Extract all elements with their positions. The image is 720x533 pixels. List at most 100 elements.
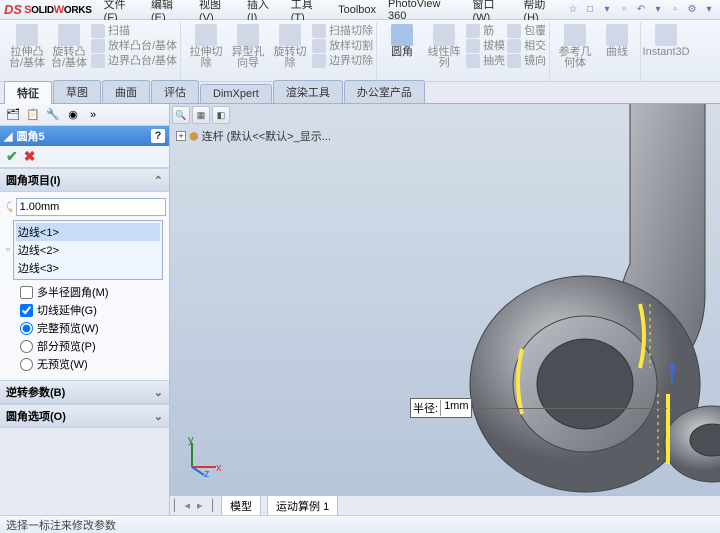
intersect-button[interactable]: 相交 — [507, 39, 546, 53]
list-item[interactable]: 边线<3> — [16, 259, 160, 277]
tangent-prop-checkbox[interactable]: 切线延伸(G) — [20, 302, 163, 318]
ribbon-group-instant3d: Instant3D — [643, 22, 689, 81]
qat-more-icon[interactable]: ▾ — [702, 3, 716, 17]
shell-button[interactable]: 抽壳 — [466, 54, 505, 68]
multi-radius-checkbox[interactable]: 多半径圆角(M) — [20, 284, 163, 300]
expand-icon[interactable]: + — [176, 131, 186, 141]
flyout-tree[interactable]: + ⬢ 连杆 (默认<<默认>_显示... — [176, 128, 331, 144]
tab-features[interactable]: 特征 — [4, 81, 52, 104]
list-item[interactable]: 边线<1> — [16, 223, 160, 241]
full-preview-radio[interactable]: 完整预览(W) — [20, 320, 163, 336]
command-tab-bar: 特征 草图 曲面 评估 DimXpert 渲染工具 办公室产品 — [0, 82, 720, 104]
tab-office[interactable]: 办公室产品 — [344, 80, 425, 103]
ribbon: 拉伸凸 台/基体 旋转凸 台/基体 扫描 放样凸台/基体 边界凸台/基体 拉伸切… — [0, 20, 720, 82]
revolve-cut-button[interactable]: 旋转切 除 — [270, 24, 310, 69]
draft-button[interactable]: 拔模 — [466, 39, 505, 53]
doc-tab-motion[interactable]: 运动算例 1 — [267, 495, 338, 516]
vp-zoom-icon[interactable]: 🔍 — [172, 106, 190, 124]
ribbon-group-features: 圆角 线性阵 列 筋 拔模 抽壳 包覆 相交 镜向 — [379, 22, 550, 81]
sweep-boss-button[interactable]: 扫描 — [91, 24, 177, 38]
fm-tab-display-icon[interactable]: ◉ — [64, 106, 82, 124]
fm-tab-more-icon[interactable]: » — [84, 106, 102, 124]
loft-boss-button[interactable]: 放样凸台/基体 — [91, 39, 177, 53]
pm-section-items-body: ⤹ ▲▼ ▫ 边线<1> 边线<2> 边线<3> 多半径圆角(M) 切线延伸(G… — [0, 192, 169, 380]
list-item[interactable]: 边线<2> — [16, 241, 160, 259]
qat-options-icon[interactable]: ⚙ — [685, 3, 699, 17]
instant3d-button[interactable]: Instant3D — [646, 24, 686, 58]
work-area: 🗂 📋 🔧 ◉ » ◢ 圆角5 ? ✔ ✖ 圆角项目(I)⌃ ⤹ ▲▼ — [0, 104, 720, 515]
qat-save-icon[interactable]: ▾ — [600, 3, 614, 17]
no-preview-radio[interactable]: 无预览(W) — [20, 356, 163, 372]
radius-callout[interactable]: 半径: 1mm — [410, 398, 667, 418]
fillet-icon: ◢ — [4, 130, 12, 143]
curves-button[interactable]: 曲线 — [597, 24, 637, 69]
qat-rebuild-icon[interactable]: ▫ — [668, 3, 682, 17]
ref-geometry-button[interactable]: 参考几 何体 — [555, 24, 595, 69]
extrude-cut-button[interactable]: 拉伸切 除 — [186, 24, 226, 69]
sweep-cut-button[interactable]: 扫描切除 — [312, 24, 373, 38]
pm-section-options-header[interactable]: 圆角选项(O)⌄ — [0, 404, 169, 428]
boundary-boss-button[interactable]: 边界凸台/基体 — [91, 54, 177, 68]
status-bar: 选择一标注来修改参数 — [0, 515, 720, 533]
tab-dimxpert[interactable]: DimXpert — [200, 84, 272, 103]
hole-wizard-button[interactable]: 异型孔 向导 — [228, 24, 268, 69]
doc-tab-model[interactable]: 模型 — [221, 495, 261, 516]
tab-render[interactable]: 渲染工具 — [273, 80, 343, 103]
pm-section-items-header[interactable]: 圆角项目(I)⌃ — [0, 168, 169, 192]
pm-title-bar: ◢ 圆角5 ? — [0, 126, 169, 146]
viewport-toolbar: 🔍 ▦ ◧ — [172, 106, 230, 124]
pm-cancel-button[interactable]: ✖ — [24, 148, 36, 165]
part-icon: ⬢ — [189, 130, 199, 143]
svg-text:x: x — [216, 462, 222, 474]
qat-print-icon[interactable]: ▫ — [617, 3, 631, 17]
tab-surface[interactable]: 曲面 — [102, 80, 150, 103]
qat-open-icon[interactable]: □ — [583, 3, 597, 17]
pm-ok-button[interactable]: ✔ — [6, 148, 18, 165]
ribbon-group-reference: 参考几 何体 曲线 — [552, 22, 641, 81]
svg-text:z: z — [204, 468, 210, 477]
edge-selection-list[interactable]: 边线<1> 边线<2> 边线<3> — [13, 220, 163, 280]
radius-input[interactable] — [16, 198, 166, 216]
ribbon-group-cut: 拉伸切 除 异型孔 向导 旋转切 除 扫描切除 放样切割 边界切除 — [183, 22, 377, 81]
tab-sketch[interactable]: 草图 — [53, 80, 101, 103]
menu-toolbox[interactable]: Toolbox — [332, 2, 382, 18]
wrap-button[interactable]: 包覆 — [507, 24, 546, 38]
fm-tab-config-icon[interactable]: 🔧 — [44, 106, 62, 124]
doc-nav-buttons[interactable]: ▏◂ ▸▕ — [174, 499, 215, 512]
ds-icon: DS — [4, 2, 22, 17]
edge-select-icon: ▫ — [6, 244, 10, 256]
graphics-viewport[interactable]: 🔍 ▦ ◧ + ⬢ 连杆 (默认<<默认>_显示... — [170, 104, 720, 515]
quick-access-toolbar: ☆ □ ▾ ▫ ↶ ▾ ▫ ⚙ ▾ — [566, 3, 716, 17]
menu-bar: DS SOLIDWORKS 文件(F) 编辑(E) 视图(V) 插入(I) 工具… — [0, 0, 720, 20]
rib-button[interactable]: 筋 — [466, 24, 505, 38]
pm-title: 圆角5 — [16, 128, 44, 144]
callout-leader — [472, 408, 667, 409]
chevron-down-icon: ⌄ — [154, 410, 163, 423]
extrude-boss-button[interactable]: 拉伸凸 台/基体 — [7, 24, 47, 69]
callout-value[interactable]: 1mm — [440, 400, 468, 416]
qat-redo-icon[interactable]: ▾ — [651, 3, 665, 17]
chevron-down-icon: ⌄ — [154, 386, 163, 399]
revolve-boss-button[interactable]: 旋转凸 台/基体 — [49, 24, 89, 69]
orientation-triad[interactable]: y x z — [182, 437, 222, 477]
pm-body: 圆角项目(I)⌃ ⤹ ▲▼ ▫ 边线<1> 边线<2> 边线<3> 多半径圆角(… — [0, 168, 169, 515]
vp-view-icon[interactable]: ▦ — [192, 106, 210, 124]
qat-undo-icon[interactable]: ↶ — [634, 3, 648, 17]
vp-section-icon[interactable]: ◧ — [212, 106, 230, 124]
boundary-cut-button[interactable]: 边界切除 — [312, 54, 373, 68]
qat-new-icon[interactable]: ☆ — [566, 3, 580, 17]
fillet-button[interactable]: 圆角 — [382, 24, 422, 69]
pm-section-reverse-header[interactable]: 逆转参数(B)⌄ — [0, 380, 169, 404]
tab-evaluate[interactable]: 评估 — [151, 80, 199, 103]
app-name: SOLIDWORKS — [24, 4, 92, 16]
feature-manager-panel: 🗂 📋 🔧 ◉ » ◢ 圆角5 ? ✔ ✖ 圆角项目(I)⌃ ⤹ ▲▼ — [0, 104, 170, 515]
mirror-button[interactable]: 镜向 — [507, 54, 546, 68]
partial-preview-radio[interactable]: 部分预览(P) — [20, 338, 163, 354]
loft-cut-button[interactable]: 放样切割 — [312, 39, 373, 53]
pm-help-button[interactable]: ? — [151, 129, 165, 143]
fm-tab-property-icon[interactable]: 📋 — [24, 106, 42, 124]
document-tab-bar: ▏◂ ▸▕ 模型 运动算例 1 — [170, 495, 720, 515]
linear-pattern-button[interactable]: 线性阵 列 — [424, 24, 464, 69]
fm-tab-tree-icon[interactable]: 🗂 — [4, 106, 22, 124]
part-model — [310, 104, 720, 515]
